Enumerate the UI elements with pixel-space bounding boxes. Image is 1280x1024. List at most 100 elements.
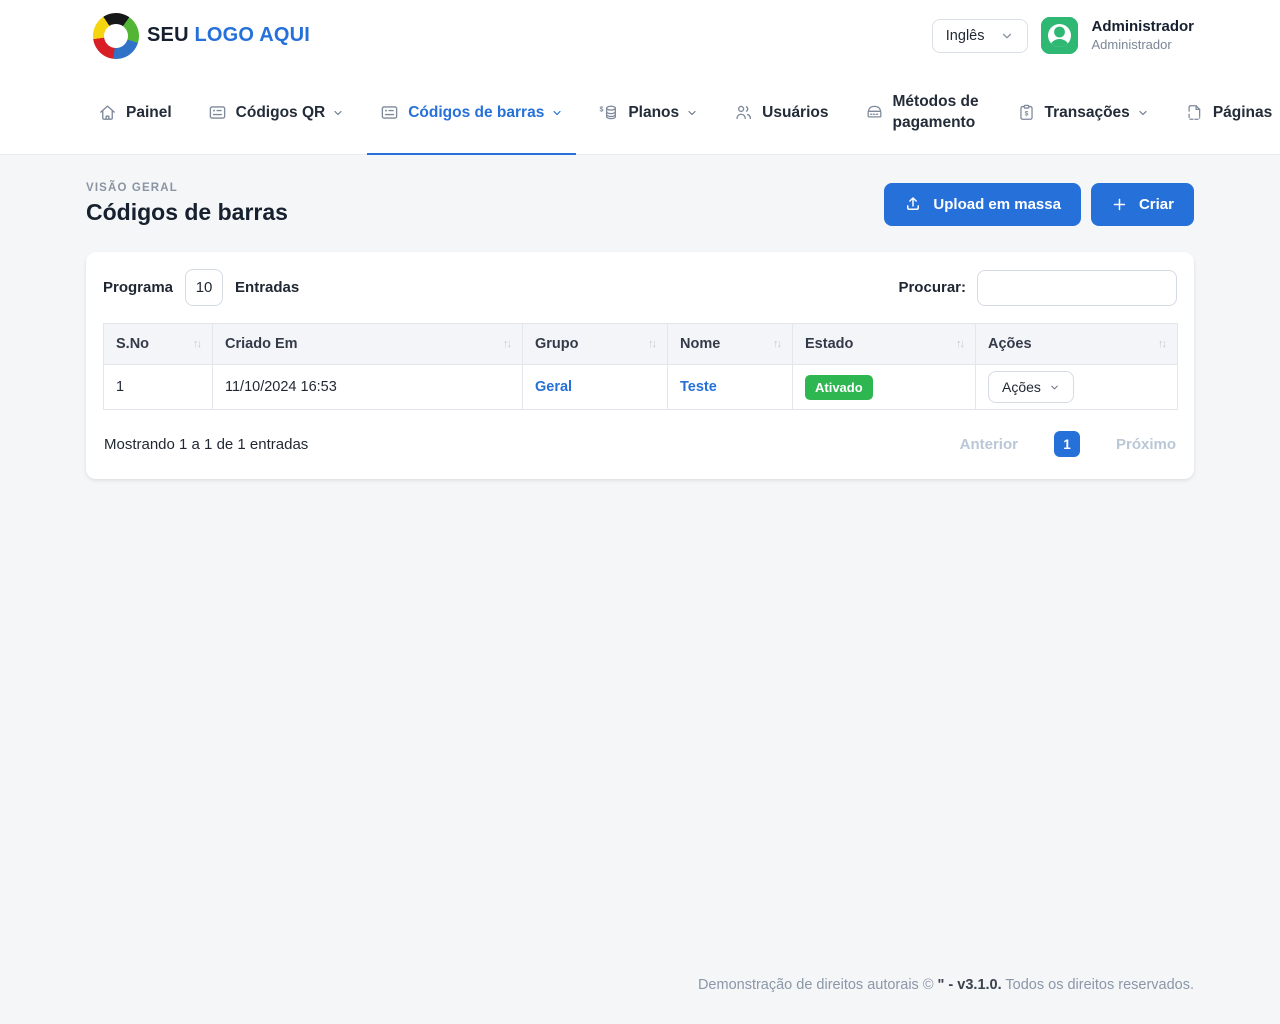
pagination-previous[interactable]: Anterior bbox=[960, 436, 1018, 453]
barcodes-table: S.No ↑↓ Criado Em ↑↓ Grupo ↑↓ Nome ↑↓ Estado… bbox=[103, 323, 1178, 410]
nav-label: Métodos de pagamento bbox=[892, 93, 979, 131]
logo-swirl-icon bbox=[90, 9, 142, 62]
chevron-down-icon bbox=[1000, 29, 1014, 43]
column-header-nome[interactable]: Nome ↑↓ bbox=[667, 323, 793, 365]
home-icon bbox=[98, 103, 117, 122]
chevron-down-icon bbox=[551, 107, 563, 119]
nav-item-usuarios[interactable]: Usuários bbox=[721, 71, 841, 154]
barcodes-table-card: Programa Entradas Procurar: S.No↑↓ Criad… bbox=[86, 252, 1194, 479]
chevron-down-icon bbox=[1137, 107, 1149, 119]
nav-label: Páginas bbox=[1212, 103, 1273, 121]
user-role: Administrador bbox=[1091, 36, 1172, 52]
top-header: SEU LOGO AQUI Inglês Administrador Admin… bbox=[0, 0, 1280, 71]
bank-icon bbox=[865, 103, 884, 122]
cell-name: Teste bbox=[667, 364, 793, 410]
length-label-suffix: Entradas bbox=[235, 279, 300, 296]
copyright-version: " - v3.1.0. bbox=[937, 977, 1002, 993]
avatar[interactable] bbox=[1041, 17, 1079, 54]
coins-icon: $ bbox=[599, 103, 619, 122]
plus-icon bbox=[1111, 196, 1128, 213]
bulk-upload-button[interactable]: Upload em massa bbox=[884, 182, 1081, 226]
search-input[interactable] bbox=[977, 269, 1177, 306]
cell-status: Ativado bbox=[792, 364, 976, 410]
table-header-row: S.No ↑↓ Criado Em ↑↓ Grupo ↑↓ Nome ↑↓ Estado… bbox=[103, 323, 1178, 365]
nav-label: Transações bbox=[1044, 103, 1130, 121]
language-selector[interactable]: Inglês bbox=[931, 18, 1029, 53]
create-button[interactable]: Criar bbox=[1090, 182, 1194, 226]
barcode-card-icon bbox=[380, 103, 399, 122]
name-link[interactable]: Teste bbox=[680, 379, 717, 395]
page-length-control: Programa Entradas bbox=[103, 269, 299, 306]
pagination-page-1[interactable]: 1 bbox=[1053, 431, 1080, 457]
user-name: Administrador bbox=[1091, 18, 1194, 35]
table-controls: Programa Entradas Procurar: bbox=[103, 269, 1177, 306]
nav-item-transacoes[interactable]: $ Transações bbox=[1004, 71, 1162, 154]
table-info: Mostrando 1 a 1 de 1 entradas bbox=[104, 435, 309, 453]
copyright-footer: Demonstração de direitos autorais © " - … bbox=[86, 977, 1194, 1024]
page-length-input[interactable] bbox=[185, 269, 224, 306]
sort-icon: ↑↓ bbox=[503, 338, 512, 350]
search-label: Procurar: bbox=[898, 279, 966, 296]
pagination: Anterior 1 Próximo bbox=[960, 431, 1176, 457]
pagination-next[interactable]: Próximo bbox=[1116, 436, 1176, 453]
nav-label: Planos bbox=[628, 103, 680, 121]
chevron-down-icon bbox=[1049, 382, 1060, 393]
nav-label: Códigos de barras bbox=[408, 103, 545, 121]
users-icon bbox=[734, 103, 753, 122]
sort-icon: ↑↓ bbox=[1158, 338, 1167, 350]
logo-text: SEU LOGO AQUI bbox=[147, 24, 310, 47]
page-eyebrow: VISÃO GERAL bbox=[86, 182, 178, 194]
column-header-grupo[interactable]: Grupo ↑↓ bbox=[522, 323, 668, 365]
status-badge: Ativado bbox=[805, 374, 873, 400]
logo: SEU LOGO AQUI bbox=[90, 9, 310, 62]
main-nav: Painel Códigos QR Códigos de barras $ Pl… bbox=[0, 71, 1280, 155]
copyright-prefix: Demonstração de direitos autorais © bbox=[697, 977, 938, 993]
bulk-upload-label: Upload em massa bbox=[933, 195, 1061, 213]
column-header-acoes[interactable]: Ações ↑↓ bbox=[975, 323, 1178, 365]
chevron-down-icon bbox=[686, 107, 698, 119]
column-header-criado-em[interactable]: Criado Em ↑↓ bbox=[212, 323, 523, 365]
cell-created: 11/10/2024 16:53 bbox=[212, 364, 523, 410]
cell-actions: Ações bbox=[975, 364, 1178, 410]
row-actions-label: Ações bbox=[1002, 379, 1041, 395]
receipt-icon: $ bbox=[1017, 103, 1036, 122]
column-header-estado[interactable]: Estado ↑↓ bbox=[792, 323, 976, 365]
user-avatar-icon bbox=[1041, 17, 1079, 54]
nav-label: Painel bbox=[126, 103, 172, 121]
table-row: 1 11/10/2024 16:53 Geral Teste Ativado A… bbox=[103, 364, 1178, 410]
nav-label: Códigos QR bbox=[235, 103, 326, 121]
sort-icon: ↑↓ bbox=[193, 338, 202, 350]
logo-text-dark: SEU bbox=[147, 24, 189, 46]
sort-icon: ↑↓ bbox=[648, 338, 657, 350]
page-title: Códigos de barras bbox=[86, 199, 288, 225]
column-header-sno[interactable]: S.No ↑↓ bbox=[103, 323, 213, 365]
upload-icon bbox=[904, 195, 922, 213]
nav-item-codigos-qr[interactable]: Códigos QR bbox=[195, 71, 358, 154]
nav-label: Usuários bbox=[762, 103, 829, 121]
user-meta[interactable]: Administrador Administrador bbox=[1091, 18, 1194, 53]
nav-item-paginas[interactable]: Páginas bbox=[1172, 71, 1280, 154]
topbar-right: Inglês Administrador Administrador bbox=[931, 17, 1194, 54]
language-value: Inglês bbox=[945, 27, 985, 44]
cell-sno: 1 bbox=[103, 364, 213, 410]
sort-icon: ↑↓ bbox=[773, 338, 782, 350]
logo-text-blue: LOGO AQUI bbox=[194, 24, 311, 46]
nav-item-planos[interactable]: $ Planos bbox=[586, 71, 711, 154]
pages-icon bbox=[1185, 103, 1204, 122]
search-control: Procurar: bbox=[898, 269, 1177, 306]
cell-group: Geral bbox=[522, 364, 668, 410]
row-actions-button[interactable]: Ações bbox=[988, 371, 1074, 403]
chevron-down-icon bbox=[332, 107, 344, 119]
copyright-suffix: Todos os direitos reservados. bbox=[1001, 977, 1194, 993]
nav-item-codigos-de-barras[interactable]: Códigos de barras bbox=[367, 71, 577, 155]
sort-icon: ↑↓ bbox=[956, 338, 965, 350]
length-label-prefix: Programa bbox=[103, 279, 174, 296]
svg-text:$: $ bbox=[1024, 110, 1028, 117]
table-footer: Mostrando 1 a 1 de 1 entradas Anterior 1… bbox=[103, 431, 1177, 462]
page-title-block: VISÃO GERAL Códigos de barras bbox=[86, 182, 288, 226]
page-head: VISÃO GERAL Códigos de barras Upload em … bbox=[86, 182, 1194, 226]
page-actions: Upload em massa Criar bbox=[884, 182, 1194, 226]
nav-item-metodos-de-pagamento[interactable]: Métodos de pagamento bbox=[852, 71, 994, 154]
group-link[interactable]: Geral bbox=[535, 379, 572, 395]
nav-item-painel[interactable]: Painel bbox=[85, 71, 185, 154]
